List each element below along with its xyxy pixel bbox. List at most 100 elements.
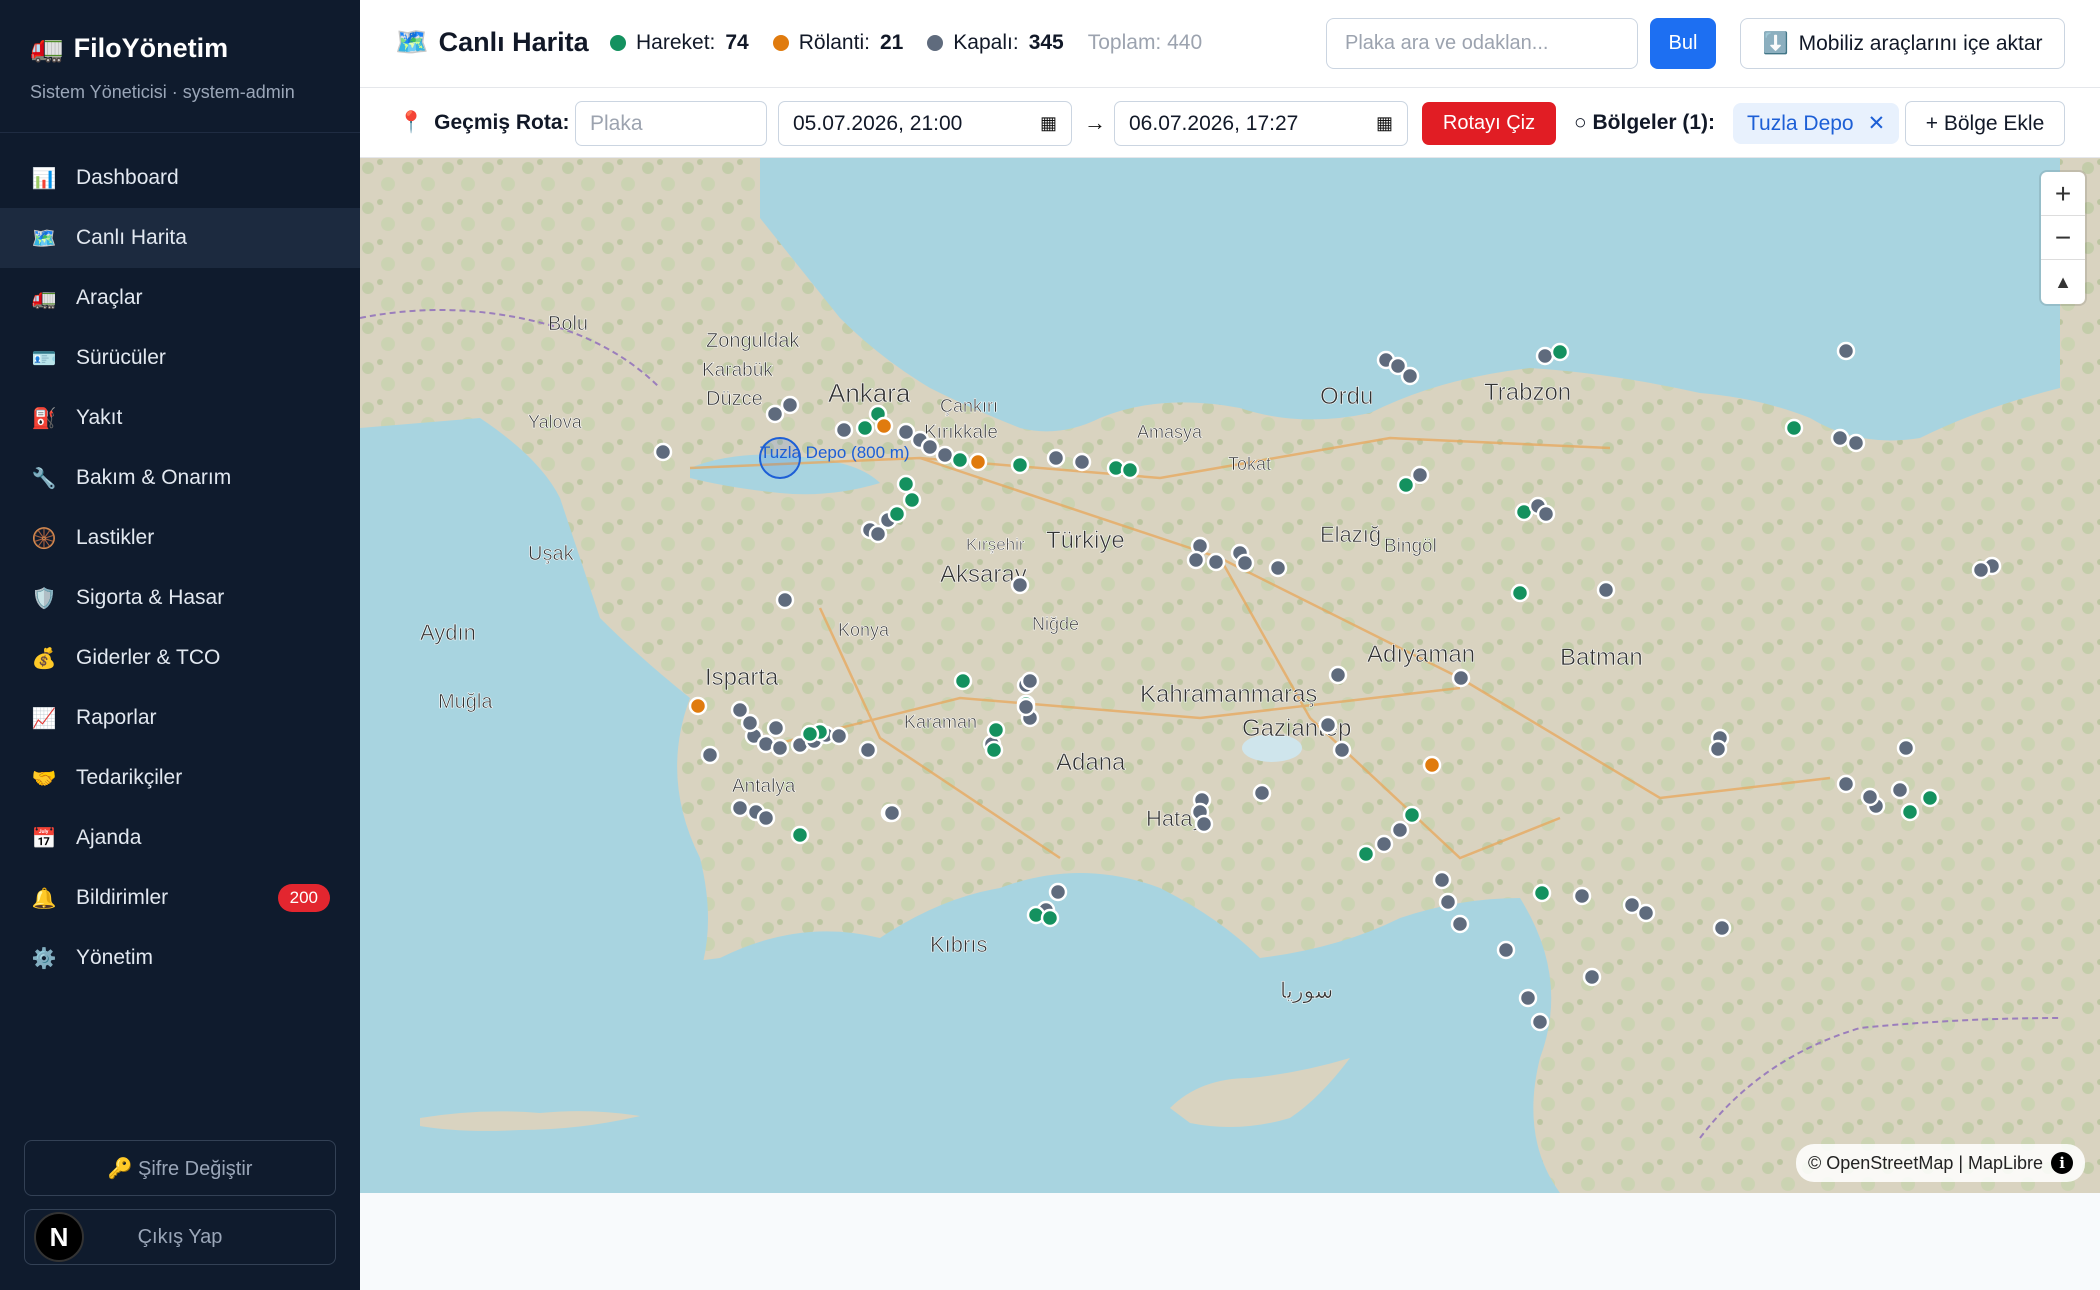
region-chip[interactable]: Tuzla Depo ✕ <box>1733 103 1900 144</box>
map-canvas[interactable]: Tuzla Depo (800 m) TekirdağBalıkesirBolu… <box>360 158 2100 1193</box>
vehicle-marker[interactable] <box>1422 755 1442 775</box>
vehicle-marker[interactable] <box>765 404 785 424</box>
route-from-datetime[interactable]: 05.07.2026, 21:00 ▦ <box>778 101 1072 146</box>
find-button[interactable]: Bul <box>1650 18 1716 69</box>
info-icon[interactable]: i <box>2051 1152 2074 1174</box>
vehicle-marker[interactable] <box>1496 940 1516 960</box>
vehicle-marker[interactable] <box>1836 774 1856 794</box>
vehicle-marker[interactable] <box>653 442 673 462</box>
sidebar-item-trend-chart[interactable]: 📈 Raporlar <box>0 688 360 748</box>
vehicle-marker[interactable] <box>1530 1012 1550 1032</box>
vehicle-marker[interactable] <box>1396 475 1416 495</box>
vehicle-marker[interactable] <box>790 825 810 845</box>
vehicle-marker[interactable] <box>1518 988 1538 1008</box>
live-map[interactable]: Tuzla Depo (800 m) TekirdağBalıkesirBolu… <box>360 158 2100 1193</box>
vehicle-marker[interactable] <box>1252 783 1272 803</box>
route-plate-input[interactable] <box>575 101 767 146</box>
plate-search-input[interactable] <box>1326 18 1638 69</box>
vehicle-marker[interactable] <box>740 713 760 733</box>
vehicle-marker[interactable] <box>1846 433 1866 453</box>
vehicle-marker[interactable] <box>1890 780 1910 800</box>
sidebar-item-truck[interactable]: 🚛 Araçlar <box>0 268 360 328</box>
vehicle-marker[interactable] <box>1072 452 1092 472</box>
vehicle-marker[interactable] <box>730 798 750 818</box>
vehicle-marker[interactable] <box>766 718 786 738</box>
import-mobiliz-button[interactable]: ⬇️ Mobiliz araçlarını içe aktar <box>1740 18 2065 69</box>
vehicle-marker[interactable] <box>855 418 875 438</box>
vehicle-marker[interactable] <box>1402 805 1422 825</box>
vehicle-marker[interactable] <box>1410 465 1430 485</box>
route-to-datetime[interactable]: 06.07.2026, 17:27 ▦ <box>1114 101 1408 146</box>
vehicle-marker[interactable] <box>1120 460 1140 480</box>
logout-button[interactable]: N Çıkış Yap <box>24 1209 336 1265</box>
vehicle-marker[interactable] <box>1510 583 1530 603</box>
vehicle-marker[interactable] <box>920 437 940 457</box>
vehicle-marker[interactable] <box>1596 580 1616 600</box>
vehicle-marker[interactable] <box>1356 844 1376 864</box>
vehicle-marker[interactable] <box>1016 697 1036 717</box>
vehicle-marker[interactable] <box>1582 967 1602 987</box>
sidebar-item-bar-chart[interactable]: 📊 Dashboard <box>0 148 360 208</box>
vehicle-marker[interactable] <box>950 450 970 470</box>
vehicle-marker[interactable] <box>858 740 878 760</box>
vehicle-marker[interactable] <box>874 416 894 436</box>
change-password-button[interactable]: 🔑 Şifre Değiştir <box>24 1140 336 1196</box>
vehicle-marker[interactable] <box>1536 504 1556 524</box>
sidebar-item-calendar[interactable]: 📅 Ajanda <box>0 808 360 868</box>
vehicle-marker[interactable] <box>1900 802 1920 822</box>
vehicle-marker[interactable] <box>1048 882 1068 902</box>
vehicle-marker[interactable] <box>770 738 790 758</box>
vehicle-marker[interactable] <box>688 696 708 716</box>
vehicle-marker[interactable] <box>1451 668 1471 688</box>
vehicle-marker[interactable] <box>984 740 1004 760</box>
vehicle-marker[interactable] <box>1550 342 1570 362</box>
vehicle-marker[interactable] <box>1332 740 1352 760</box>
close-icon[interactable]: ✕ <box>1868 111 1886 136</box>
vehicle-marker[interactable] <box>700 745 720 765</box>
vehicle-marker[interactable] <box>1020 671 1040 691</box>
vehicle-marker[interactable] <box>780 395 800 415</box>
zoom-in-button[interactable]: + <box>2041 172 2085 216</box>
sidebar-item-bell[interactable]: 🔔 Bildirimler 200 <box>0 868 360 928</box>
sidebar-item-tire[interactable]: 🛞 Lastikler <box>0 508 360 568</box>
vehicle-marker[interactable] <box>1432 870 1452 890</box>
draw-route-button[interactable]: Rotayı Çiz <box>1422 102 1556 145</box>
vehicle-marker[interactable] <box>1040 908 1060 928</box>
vehicle-marker[interactable] <box>935 445 955 465</box>
vehicle-marker[interactable] <box>834 420 854 440</box>
vehicle-marker[interactable] <box>1194 814 1214 834</box>
sidebar-item-shield[interactable]: 🛡️ Sigorta & Hasar <box>0 568 360 628</box>
vehicle-marker[interactable] <box>1535 346 1555 366</box>
vehicle-marker[interactable] <box>1860 787 1880 807</box>
sidebar-item-handshake[interactable]: 🤝 Tedarikçiler <box>0 748 360 808</box>
vehicle-marker[interactable] <box>1708 739 1728 759</box>
vehicle-marker[interactable] <box>1400 366 1420 386</box>
vehicle-marker[interactable] <box>887 504 907 524</box>
vehicle-marker[interactable] <box>1235 553 1255 573</box>
vehicle-marker[interactable] <box>1390 820 1410 840</box>
add-region-button[interactable]: + Bölge Ekle <box>1905 101 2065 146</box>
vehicle-marker[interactable] <box>1438 892 1458 912</box>
vehicle-marker[interactable] <box>1532 883 1552 903</box>
vehicle-marker[interactable] <box>829 726 849 746</box>
vehicle-marker[interactable] <box>986 720 1006 740</box>
vehicle-marker[interactable] <box>953 671 973 691</box>
vehicle-marker[interactable] <box>1186 550 1206 570</box>
vehicle-marker[interactable] <box>1572 886 1592 906</box>
vehicle-marker[interactable] <box>868 524 888 544</box>
sidebar-item-wrench[interactable]: 🔧 Bakım & Onarım <box>0 448 360 508</box>
vehicle-marker[interactable] <box>1712 918 1732 938</box>
vehicle-marker[interactable] <box>1374 834 1394 854</box>
sidebar-item-money-bag[interactable]: 💰 Giderler & TCO <box>0 628 360 688</box>
vehicle-marker[interactable] <box>1010 575 1030 595</box>
vehicle-marker[interactable] <box>1896 738 1916 758</box>
vehicle-marker[interactable] <box>800 724 820 744</box>
vehicle-marker[interactable] <box>1784 418 1804 438</box>
vehicle-marker[interactable] <box>775 590 795 610</box>
vehicle-marker[interactable] <box>1920 788 1940 808</box>
vehicle-marker[interactable] <box>1318 715 1338 735</box>
compass-icon[interactable]: ▲ <box>2041 260 2085 304</box>
vehicle-marker[interactable] <box>1010 455 1030 475</box>
vehicle-marker[interactable] <box>1206 552 1226 572</box>
vehicle-marker[interactable] <box>1971 560 1991 580</box>
